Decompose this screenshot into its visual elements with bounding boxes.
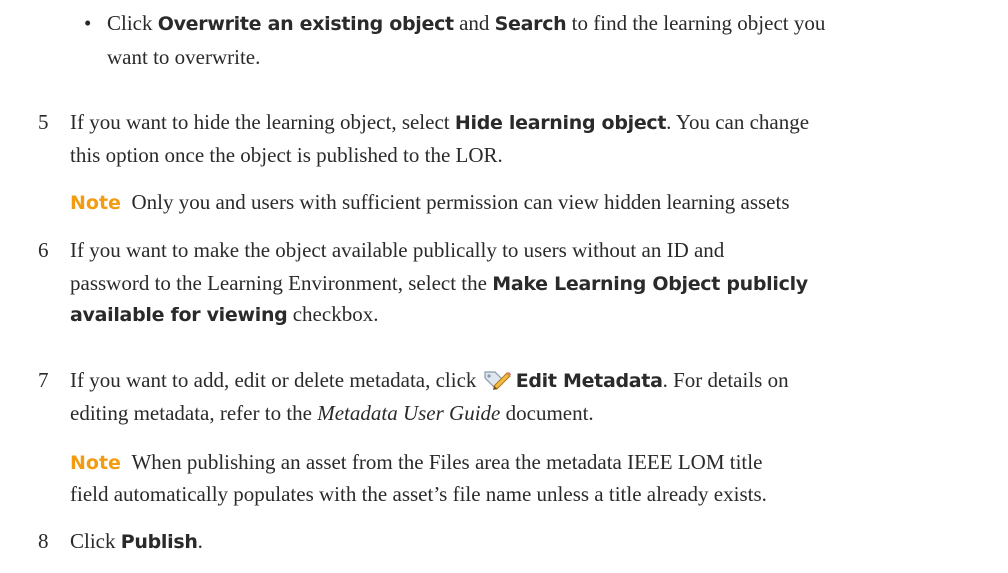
step-6-text-post: checkbox. xyxy=(287,302,379,326)
bullet-bold-search: Search xyxy=(494,13,567,35)
document-page: • Click Overwrite an existing object and… xyxy=(0,0,1008,573)
step-number: 7 xyxy=(38,368,49,392)
step-5-bold-hide: Hide learning object xyxy=(454,112,667,134)
note-2-text-1: When publishing an asset from the Files … xyxy=(131,450,763,474)
step-6-bold-make-public: Make Learning Object publicly xyxy=(492,273,808,295)
note-1-line-1: Note Only you and users with sufficient … xyxy=(70,187,790,218)
step-8-bold-publish: Publish xyxy=(120,531,198,553)
note-label: Note xyxy=(70,452,121,474)
step-number: 5 xyxy=(38,110,49,134)
step-6-line-1: If you want to make the object available… xyxy=(70,238,725,262)
step-7-line-2: editing metadata, refer to the Metadata … xyxy=(70,398,594,428)
bullet-line-2: want to overwrite. xyxy=(107,45,261,69)
step-6-line-3: available for viewing checkbox. xyxy=(70,299,378,330)
step-5-line-1: If you want to hide the learning object,… xyxy=(70,107,809,138)
step-number: 6 xyxy=(38,238,49,262)
step-8-line-1: Click Publish. xyxy=(70,526,203,557)
note-2-line-1: Note When publishing an asset from the F… xyxy=(70,447,762,478)
step-8-text-post: . xyxy=(197,529,203,553)
step-6-line-2: password to the Learning Environment, se… xyxy=(70,268,808,299)
bullet-text-pre: Click xyxy=(107,11,158,35)
step-5-text-pre: If you want to hide the learning object,… xyxy=(70,110,455,134)
edit-metadata-icon xyxy=(482,368,512,392)
step-8-text-pre: Click xyxy=(70,529,121,553)
note-1-text: Only you and users with sufficient permi… xyxy=(131,190,790,214)
step-7-text-post2: document. xyxy=(500,401,594,425)
step-7-line-1: If you want to add, edit or delete metad… xyxy=(70,365,789,396)
step-5-text-post: . You can change xyxy=(666,110,810,134)
bullet-text-post: to find the learning object you xyxy=(566,11,826,35)
bullet-bold-overwrite: Overwrite an existing object xyxy=(157,13,454,35)
step-6-text-pre: password to the Learning Environment, se… xyxy=(70,271,493,295)
step-7-text-post: . For details on xyxy=(662,368,789,392)
bullet-line-1: Click Overwrite an existing object and S… xyxy=(107,8,825,39)
step-7-text-pre: If you want to add, edit or delete metad… xyxy=(70,368,482,392)
step-6-bold-available: available for viewing xyxy=(70,304,288,326)
step-7-text-pre2: editing metadata, refer to the xyxy=(70,401,318,425)
bullet-text-mid: and xyxy=(453,11,495,35)
note-2-line-2: field automatically populates with the a… xyxy=(70,482,767,506)
step-number: 8 xyxy=(38,529,49,553)
step-7-bold-edit-metadata: Edit Metadata xyxy=(515,370,663,392)
step-7-italic-guide: Metadata User Guide xyxy=(317,401,501,425)
step-5-line-2: this option once the object is published… xyxy=(70,143,503,167)
bullet-symbol: • xyxy=(84,11,92,35)
note-label: Note xyxy=(70,192,121,214)
